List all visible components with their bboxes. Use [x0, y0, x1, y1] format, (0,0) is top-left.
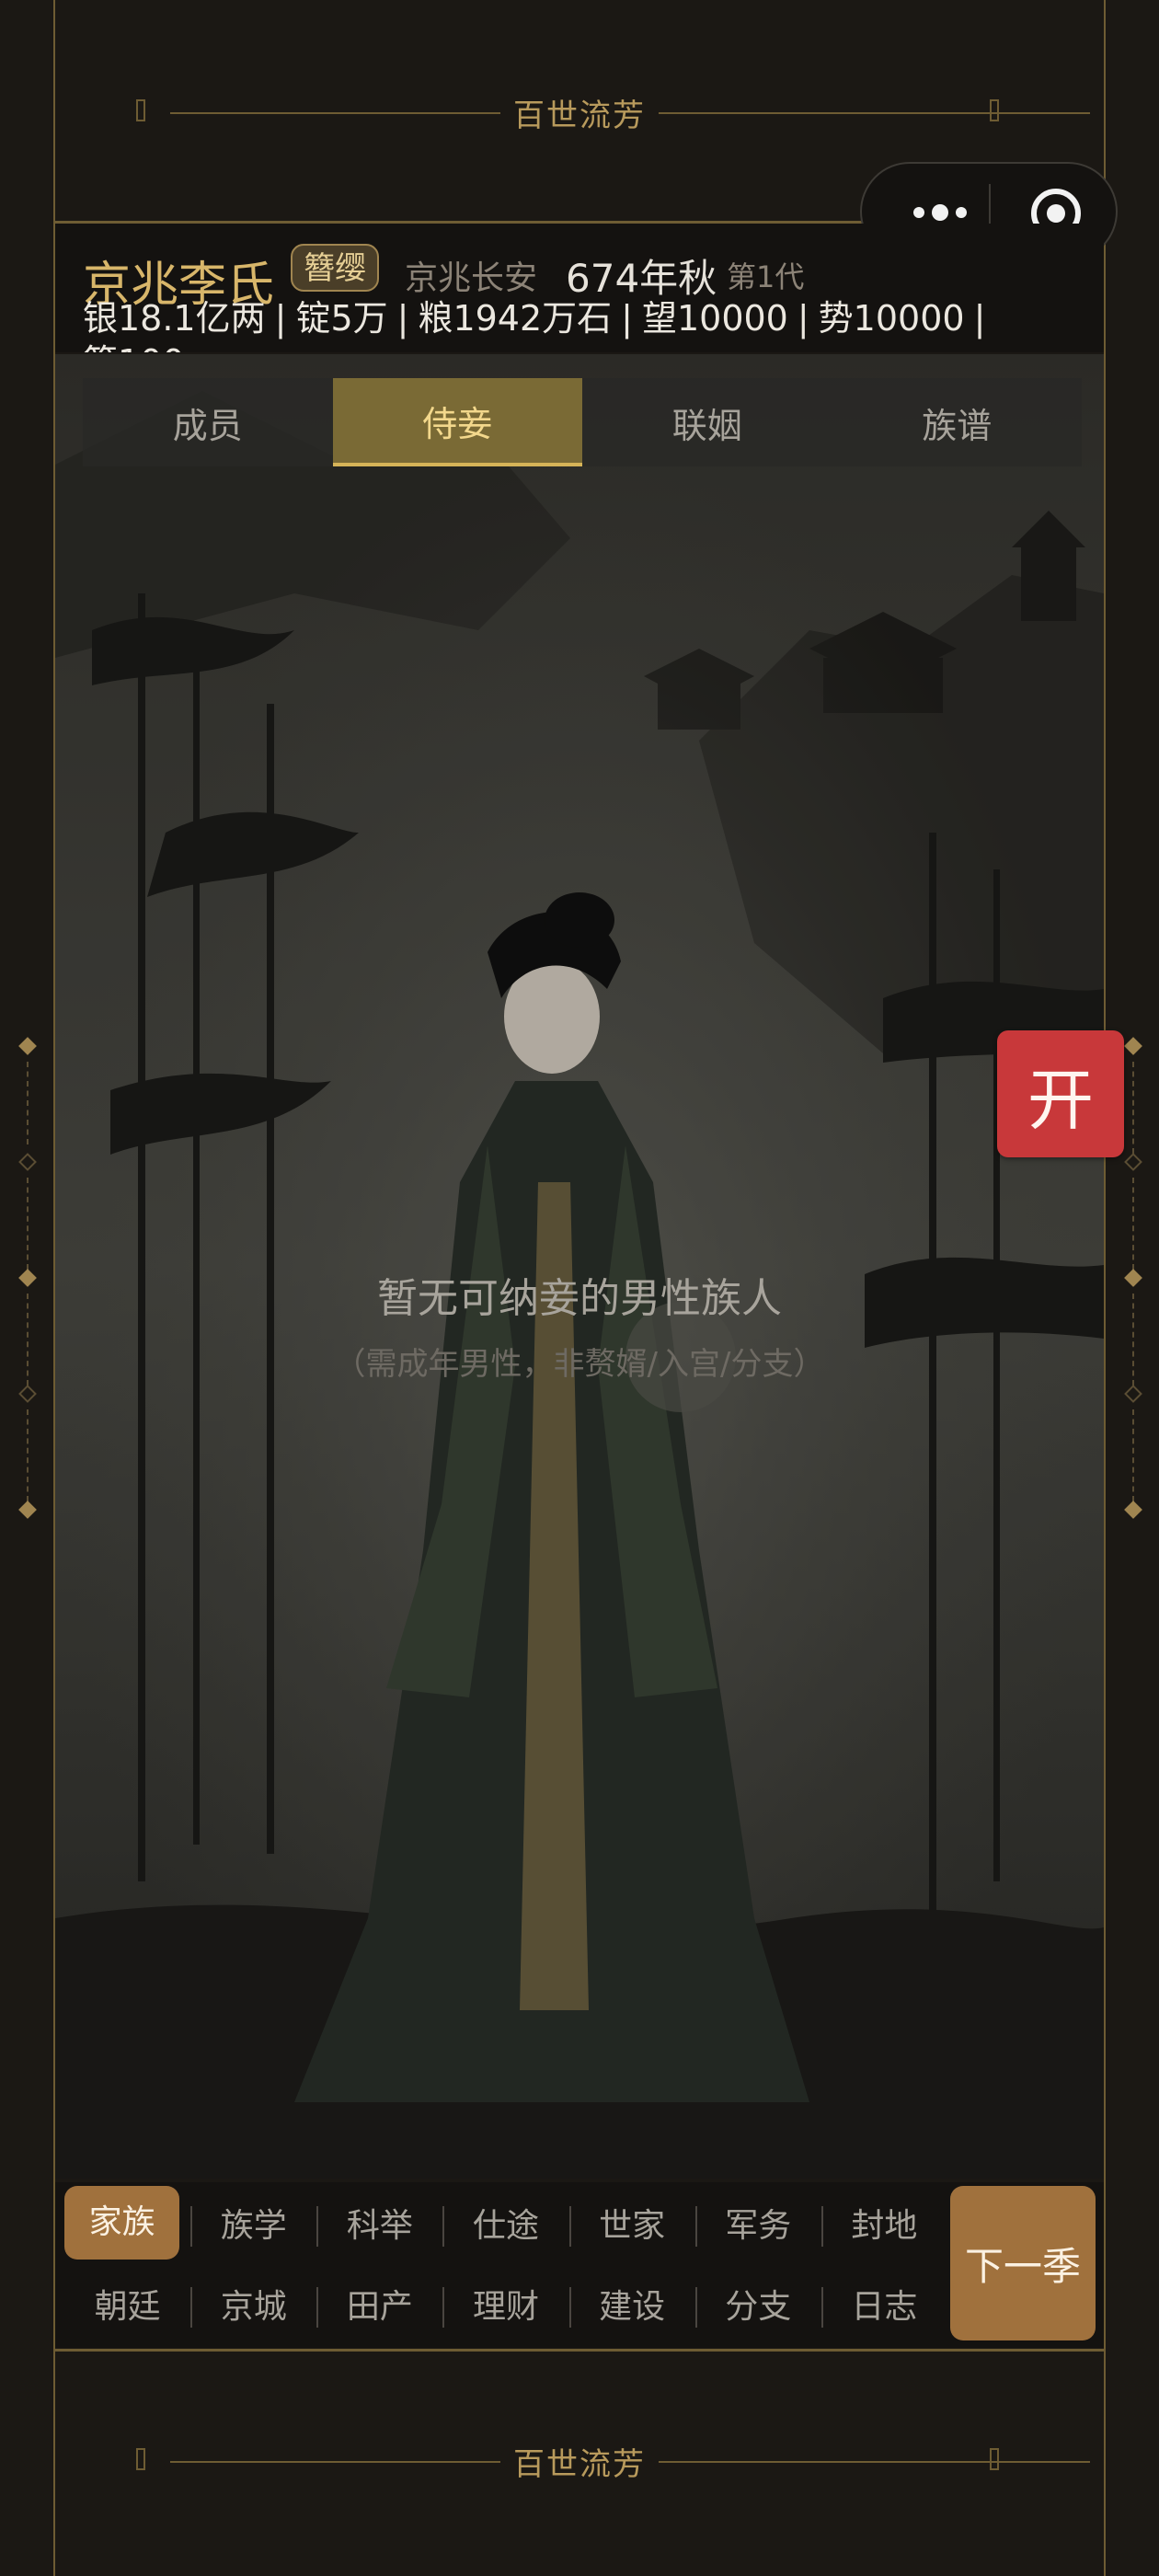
- top-banner: 百世流芳: [55, 57, 1104, 167]
- bottom-nav-row-2: 朝廷 京城 田产 理财 建设 分支 日志: [64, 2263, 947, 2344]
- bottom-nav-grid: 家族 族学 科举 仕途 世家 军务 封地 朝廷 京城 田产 理财 建设 分支 日…: [64, 2182, 947, 2344]
- clan-header: 京兆李氏 簪缨 京兆长安 674年秋 第1代 银18.1亿两 | 锭5万 | 粮1942…: [55, 224, 1104, 352]
- nav-fields[interactable]: 田产: [316, 2280, 442, 2328]
- nav-fief[interactable]: 封地: [820, 2199, 947, 2247]
- resource-stats: 银18.1亿两 | 锭5万 | 粮1942万石 | 望10000 | 势10000 |: [83, 298, 986, 339]
- stat-overflow: 箭100: [83, 334, 185, 352]
- next-season-button[interactable]: 下一季: [950, 2186, 1096, 2340]
- nav-family[interactable]: 家族: [64, 2186, 180, 2260]
- nav-court[interactable]: 朝廷: [64, 2280, 190, 2328]
- bottom-banner: 百世流芳: [55, 2406, 1104, 2516]
- nav-log[interactable]: 日志: [820, 2280, 947, 2328]
- nav-capital[interactable]: 京城: [190, 2280, 316, 2328]
- empty-state-message: 暂无可纳妾的男性族人: [377, 1275, 782, 1322]
- nav-military[interactable]: 军务: [694, 2199, 821, 2247]
- nav-exam[interactable]: 科举: [316, 2199, 442, 2247]
- stat-prestige: 望10000: [641, 298, 788, 339]
- section-tabs: 成员 侍妾 联姻 族谱: [83, 378, 1082, 466]
- tab-members[interactable]: 成员: [83, 378, 333, 466]
- stat-ingot: 锭5万: [295, 298, 388, 339]
- nav-branches[interactable]: 分支: [694, 2280, 821, 2328]
- tab-genealogy[interactable]: 族谱: [832, 378, 1083, 466]
- bottom-nav-row-1: 家族 族学 科举 仕途 世家 军务 封地: [64, 2182, 947, 2263]
- rank-badge: 簪缨: [291, 244, 379, 292]
- frame-right-line: [1104, 0, 1106, 2576]
- nav-career[interactable]: 仕途: [442, 2199, 568, 2247]
- tab-marriage[interactable]: 联姻: [582, 378, 832, 466]
- tab-concubines[interactable]: 侍妾: [332, 378, 582, 466]
- nav-clan-school[interactable]: 族学: [190, 2199, 316, 2247]
- nav-aristocrats[interactable]: 世家: [568, 2199, 695, 2247]
- bottom-banner-title: 百世流芳: [500, 2438, 659, 2484]
- stat-power: 势10000: [818, 298, 965, 339]
- nav-finance[interactable]: 理财: [442, 2280, 568, 2328]
- stat-grain: 粮1942万石: [418, 298, 613, 339]
- bottom-nav: 家族 族学 科举 仕途 世家 军务 封地 朝廷 京城 田产 理财 建设 分支 日…: [55, 2182, 1104, 2348]
- banner-title: 百世流芳: [500, 89, 659, 135]
- right-ornament: [1124, 1037, 1142, 1536]
- stat-silver: 银18.1亿两: [83, 298, 266, 339]
- left-ornament: [18, 1037, 37, 1536]
- main-panel: 成员 侍妾 联姻 族谱 暂无可纳妾的男性族人 （需成年男性，非赘婿/入宫/分支）: [55, 354, 1104, 2179]
- empty-state-hint: （需成年男性，非赘婿/入宫/分支）: [334, 1346, 825, 1383]
- open-button[interactable]: 开: [997, 1030, 1124, 1157]
- nav-construction[interactable]: 建设: [568, 2280, 695, 2328]
- frame-divider-bottom: [55, 2349, 1104, 2352]
